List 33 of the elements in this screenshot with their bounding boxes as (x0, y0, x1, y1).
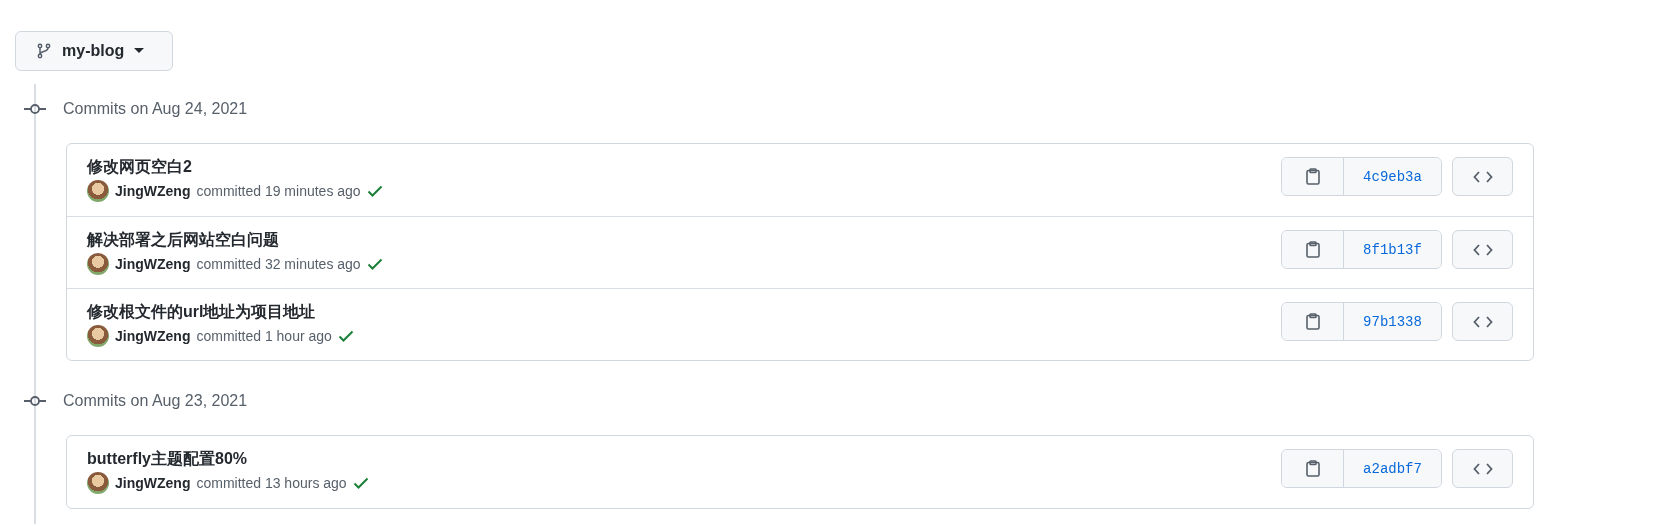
author-name[interactable]: JingWZeng (115, 181, 191, 201)
commit-time: committed 1 hour ago (196, 327, 332, 346)
clipboard-icon (1305, 313, 1320, 330)
copy-button[interactable] (1282, 158, 1344, 195)
author-name[interactable]: JingWZeng (115, 254, 191, 274)
code-icon (1472, 169, 1493, 184)
commit-title[interactable]: 修改网页空白2 (87, 156, 383, 178)
commit-title[interactable]: butterfly主题配置80% (87, 448, 369, 470)
commit-title[interactable]: 修改根文件的url地址为项目地址 (87, 301, 354, 323)
author-name[interactable]: JingWZeng (115, 326, 191, 346)
date-heading: Commits on Aug 24, 2021 (63, 99, 249, 119)
copy-button[interactable] (1282, 231, 1344, 268)
date-heading: Commits on Aug 23, 2021 (63, 391, 249, 411)
branch-icon (36, 43, 52, 59)
clipboard-icon (1305, 241, 1320, 258)
avatar[interactable] (87, 253, 109, 275)
avatar[interactable] (87, 325, 109, 347)
code-icon (1472, 314, 1493, 329)
avatar[interactable] (87, 180, 109, 202)
avatar[interactable] (87, 472, 109, 494)
author-name[interactable]: JingWZeng (115, 473, 191, 493)
commit-time: committed 32 minutes ago (196, 255, 361, 274)
commit-time: committed 13 hours ago (196, 474, 347, 493)
branch-select[interactable]: my-blog (15, 31, 173, 71)
clipboard-icon (1305, 460, 1320, 477)
caret-icon (134, 48, 145, 54)
copy-button[interactable] (1282, 303, 1344, 340)
copy-button[interactable] (1282, 450, 1344, 487)
code-icon (1472, 461, 1493, 476)
clipboard-icon (1305, 168, 1320, 185)
commit-time: committed 19 minutes ago (196, 182, 361, 201)
commit-title[interactable]: 解决部署之后网站空白问题 (87, 229, 383, 251)
code-icon (1472, 242, 1493, 257)
